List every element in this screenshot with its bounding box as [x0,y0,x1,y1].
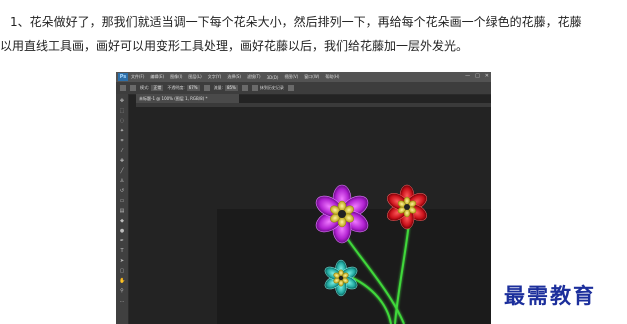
menu-help[interactable]: 帮助(H) [325,74,339,80]
flow-input[interactable]: 85% [224,85,238,91]
article-paragraph: 1、花朵做好了，那我们就适当调一下每个花朵大小，然后排列一下，再给每个花朵画一个… [0,10,627,58]
shape-tool-icon[interactable]: ▢ [119,268,125,274]
hand-tool-icon[interactable]: ✋ [119,278,125,284]
mode-label: 模式: [140,85,150,90]
magic-wand-tool-icon[interactable]: ✦ [119,128,125,134]
opacity-input[interactable]: 67% [186,85,200,91]
menu-file[interactable]: 文件(F) [131,74,144,80]
move-tool-icon[interactable]: ✥ [119,98,125,104]
eyedropper-tool-icon[interactable]: ⁄ [119,148,125,154]
type-tool-icon[interactable]: T [119,248,125,254]
dodge-tool-icon[interactable]: ● [119,228,125,234]
erase-history-checkbox[interactable] [251,85,258,91]
path-selection-tool-icon[interactable]: ➤ [119,258,125,264]
menu-filter[interactable]: 滤镜(T) [247,74,261,80]
eraser-tool-icon[interactable]: ▭ [119,198,125,204]
flow-group: 流量: 85% [214,85,238,91]
airbrush-icon[interactable] [241,85,248,91]
zoom-tool-icon[interactable]: ⚲ [119,288,125,294]
pen-tool-icon[interactable]: ✒ [119,238,125,244]
menu-view[interactable]: 视图(V) [284,74,298,80]
minimize-button[interactable]: — [465,73,470,79]
brush-tool-icon[interactable]: ╱ [119,168,125,174]
flow-label: 流量: [213,85,223,90]
menu-3d[interactable]: 3D(D) [267,75,279,80]
opacity-label: 不透明度: [167,85,185,90]
ps-document-canvas[interactable] [129,107,491,324]
ps-toolbox: ✥ ⬚ ◌ ✦ ⌗ ⁄ ✚ ╱ ♙ ↺ ▭ ▤ ◆ ● ✒ T ➤ ▢ ✋ ⚲ … [116,94,129,324]
close-button[interactable]: ✕ [485,73,489,79]
menu-edit[interactable]: 编辑(E) [150,74,164,80]
menu-window[interactable]: 窗口(W) [304,74,319,80]
brush-preset-picker[interactable] [130,85,136,91]
pressure-opacity-icon[interactable] [203,85,210,91]
pressure-size-icon[interactable] [287,85,294,91]
document-tab[interactable]: 未标题-1 @ 100% (图层 1, RGB/8) * [136,94,239,103]
healing-brush-tool-icon[interactable]: ✚ [119,158,125,164]
article-line-1: 1、花朵做好了，那我们就适当调一下每个花朵大小，然后排列一下，再给每个花朵画一个… [10,15,582,29]
mode-group: 模式: 正常 [140,85,164,91]
ps-menu-bar: Ps 文件(F) 编辑(E) 图像(I) 图层(L) 文字(Y) 选择(S) 滤… [116,72,491,82]
photoshop-screenshot: Ps 文件(F) 编辑(E) 图像(I) 图层(L) 文字(Y) 选择(S) 滤… [116,72,491,324]
maximize-button[interactable]: □ [475,73,480,79]
article-line-2: 以用直线工具画，画好可以用变形工具处理，画好花藤以后，我们给花藤加一层外发光。 [0,39,469,53]
menu-type[interactable]: 文字(Y) [208,74,222,80]
mode-select[interactable]: 正常 [151,85,164,91]
edit-toolbar-icon[interactable]: … [119,298,125,304]
crop-tool-icon[interactable]: ⌗ [119,138,125,144]
clone-stamp-tool-icon[interactable]: ♙ [119,178,125,184]
menu-image[interactable]: 图像(I) [170,74,182,80]
menu-layer[interactable]: 图层(L) [188,74,201,80]
menu-select[interactable]: 选择(S) [227,74,241,80]
ps-logo: Ps [118,73,128,81]
erase-history-label: 抹到历史记录 [259,85,284,90]
brush-tool-icon[interactable] [120,85,126,91]
watermark-logo: 最需教育 [504,283,596,308]
window-controls: — □ ✕ [465,73,489,79]
erase-history-group: 抹到历史记录 [251,85,284,91]
blur-tool-icon[interactable]: ◆ [119,218,125,224]
history-brush-tool-icon[interactable]: ↺ [119,188,125,194]
opacity-group: 不透明度: 67% [167,85,200,91]
marquee-tool-icon[interactable]: ⬚ [119,108,125,114]
lasso-tool-icon[interactable]: ◌ [119,118,125,124]
ps-workspace [129,107,491,324]
gradient-tool-icon[interactable]: ▤ [119,208,125,214]
